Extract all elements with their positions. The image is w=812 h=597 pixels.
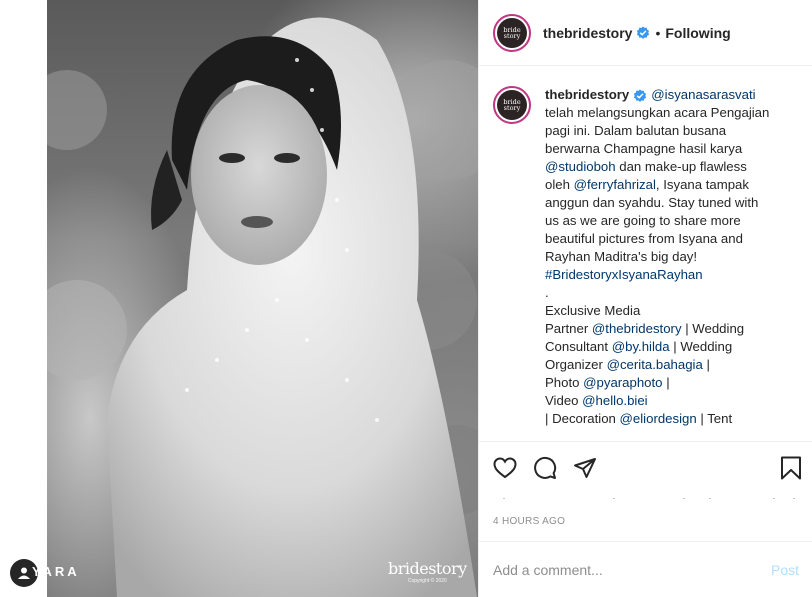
caption-text: dan make-up flawless (615, 159, 747, 174)
caption-text: | (702, 357, 710, 372)
caption-avatar[interactable]: bride story (493, 86, 531, 124)
caption-text: | Wedding (681, 321, 745, 336)
avatar-logo-text-2: story (503, 31, 521, 40)
caption-username[interactable]: thebridestory (545, 87, 629, 102)
caption-line: Consultant @by.hilda | Wedding (545, 338, 798, 356)
mention-link[interactable]: @isyanasarasvati (651, 87, 755, 102)
mention-link[interactable]: @ferryfahrizal (574, 177, 656, 192)
post-side-panel: bride story thebridestory • Following br… (478, 0, 812, 597)
caption-text: Consultant (545, 339, 612, 354)
bride-portrait-illustration (47, 17, 478, 597)
caption-text: Organizer (545, 357, 607, 372)
caption-line: telah melangsungkan acara Pengajian (545, 104, 798, 122)
caption-line: . (545, 284, 798, 302)
caption-text: Video (545, 393, 583, 408)
caption-line: @studioboh dan make-up flawless (545, 158, 798, 176)
post-photo[interactable]: YARA bridestory Copyright © 2020 (0, 0, 478, 597)
caption-text: , Isyana tampak (655, 177, 749, 192)
comments-section[interactable]: bride story thebridestory @isyanasarasva… (479, 66, 812, 442)
comment-input[interactable] (493, 561, 771, 578)
photo-letterbox (0, 0, 47, 597)
mention-link[interactable]: @pyaraphoto (583, 375, 662, 390)
post-comment-button[interactable]: Post (771, 562, 799, 578)
photo-brand-watermark: bridestory Copyright © 2020 (388, 559, 467, 584)
comment-button[interactable] (533, 448, 573, 488)
caption-text: pagi ini. Dalam balutan busana (545, 123, 727, 138)
caption-line: us as we are going to share more (545, 212, 798, 230)
caption-line: Photo @pyaraphoto | (545, 374, 798, 392)
action-bar (479, 442, 812, 494)
heart-icon (493, 457, 517, 479)
header-username[interactable]: thebridestory (543, 25, 632, 41)
caption-text: beautiful pictures from Isyana and (545, 231, 743, 246)
caption-line: Rayhan Maditra's big day! (545, 248, 798, 266)
save-button[interactable] (762, 448, 802, 488)
mention-link[interactable]: @eliordesign (620, 411, 697, 426)
caption-line: anggun dan syahdu. Stay tuned with (545, 194, 798, 212)
instagram-post: YARA bridestory Copyright © 2020 bride s… (0, 0, 812, 597)
mention-link[interactable]: @studioboh (545, 159, 616, 174)
post-timestamp[interactable]: 4 HOURS AGO (479, 508, 812, 538)
caption-text: berwarna Champagne hasil karya (545, 141, 743, 156)
caption-line: | Decoration @eliordesign | Tent (545, 410, 798, 428)
avatar-logo: bride story (497, 90, 527, 120)
brand-watermark-copyright: Copyright © 2020 (407, 578, 447, 584)
hashtag-link[interactable]: #BridestoryxIsyanaRayhan (545, 267, 703, 282)
comment-icon (534, 456, 557, 479)
post-caption: thebridestory @isyanasarasvati telah mela… (545, 86, 798, 441)
header-separator: • (655, 24, 661, 41)
brand-watermark-name: bridestory (388, 559, 467, 578)
share-icon (574, 458, 596, 478)
caption-text: Partner (545, 321, 592, 336)
avatar-logo-text-2: story (503, 104, 521, 112)
caption-line: pagi ini. Dalam balutan busana (545, 122, 798, 140)
post-header: bride story thebridestory • Following (479, 0, 812, 66)
caption-text: | (662, 375, 670, 390)
mention-link[interactable]: @cerita.bahagia (607, 357, 703, 372)
caption-text: | Wedding (669, 339, 733, 354)
mention-link[interactable]: @by.hilda (612, 339, 670, 354)
caption-line: thebridestory @isyanasarasvati (545, 86, 798, 104)
add-comment-bar: Post (479, 541, 812, 597)
caption-line: Video @hello.biei (545, 392, 798, 410)
avatar[interactable]: bride story (493, 13, 531, 52)
caption-line: beautiful pictures from Isyana and (545, 230, 798, 248)
caption-line: oleh @ferryfahrizal, Isyana tampak (545, 176, 798, 194)
user-icon (18, 567, 30, 579)
caption-line: Partner @thebridestory | Wedding (545, 320, 798, 338)
bookmark-icon (781, 456, 801, 480)
mention-link[interactable]: @thebridestory (592, 321, 682, 336)
caption-text: telah melangsungkan acara Pengajian (545, 105, 770, 120)
likes-section[interactable] (493, 494, 798, 508)
following-button[interactable]: Following (665, 25, 730, 41)
caption-text: oleh (545, 177, 574, 192)
share-button[interactable] (573, 448, 613, 488)
caption-text: Rayhan Maditra's big day! (545, 249, 698, 264)
caption-text: anggun dan syahdu. Stay tuned with (545, 195, 759, 210)
like-button[interactable] (493, 448, 533, 488)
photo-watermark-left: YARA (32, 564, 80, 579)
caption-text: Photo (545, 375, 584, 390)
caption-text: us as we are going to share more (545, 213, 741, 228)
caption-line: Exclusive Media (545, 302, 798, 320)
caption-text: Exclusive Media (545, 303, 641, 318)
caption-line: #BridestoryxIsyanaRayhan (545, 266, 798, 284)
caption-text: . (545, 285, 549, 300)
caption-text: | Decoration (545, 411, 620, 426)
verified-badge-icon (637, 26, 650, 39)
caption-text: | Tent (696, 411, 733, 426)
mention-link[interactable]: @hello.biei (582, 393, 647, 408)
caption-verified-badge-icon (634, 89, 647, 102)
caption-line: berwarna Champagne hasil karya (545, 140, 798, 158)
avatar-logo: bride story (497, 17, 527, 48)
caption-line: Organizer @cerita.bahagia | (545, 356, 798, 374)
